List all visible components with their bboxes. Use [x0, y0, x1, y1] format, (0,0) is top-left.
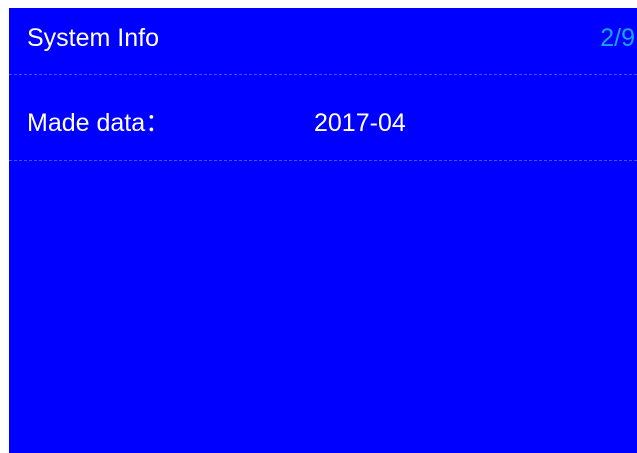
- screen-title: System Info: [27, 24, 159, 52]
- system-info-screen: System Info 2/9 Made data： 2017-04: [9, 8, 637, 453]
- page-indicator: 2/9: [600, 24, 635, 52]
- made-date-row: Made data： 2017-04: [9, 108, 637, 142]
- bottom-divider: [9, 160, 637, 161]
- made-date-label: Made data：: [27, 109, 171, 137]
- screen-header: System Info 2/9: [9, 8, 637, 68]
- top-divider: [9, 74, 637, 75]
- made-date-value: 2017-04: [314, 109, 406, 137]
